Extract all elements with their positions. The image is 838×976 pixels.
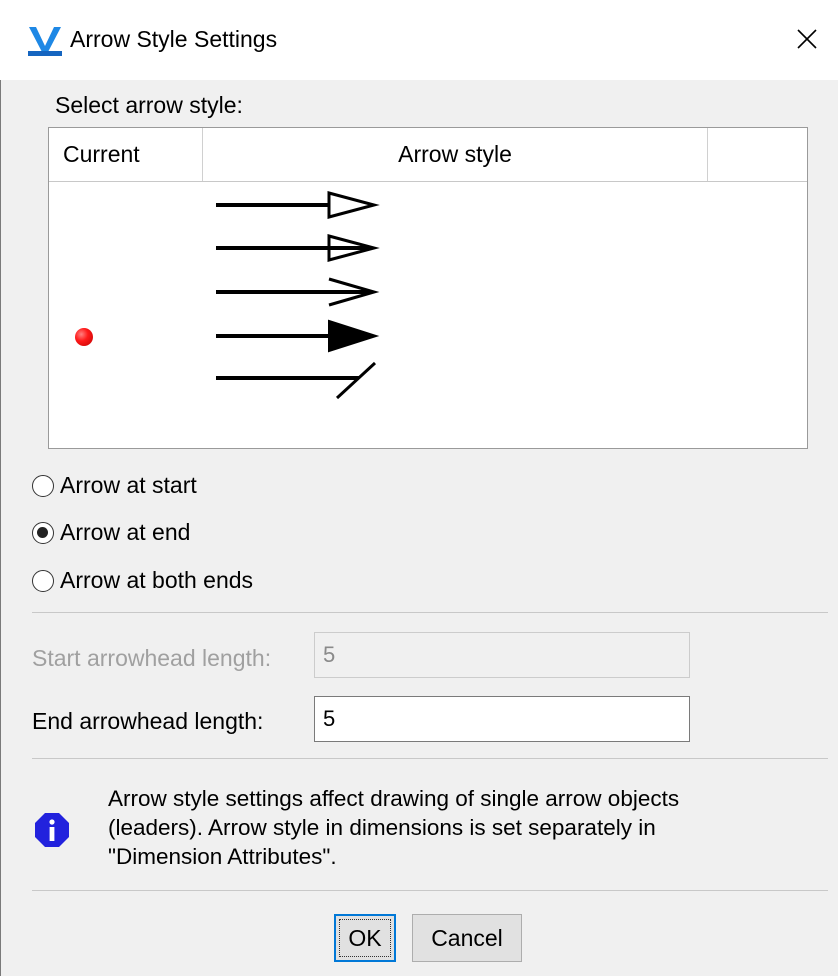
current-style-marker <box>75 328 93 346</box>
ok-button[interactable]: OK <box>334 914 396 962</box>
divider <box>32 758 828 759</box>
radio-arrow-at-start[interactable]: Arrow at start <box>32 472 197 499</box>
info-icon <box>35 813 69 847</box>
column-header-arrow-style[interactable]: Arrow style <box>203 128 708 181</box>
radio-label: Arrow at start <box>60 472 197 498</box>
info-line: Arrow style settings affect drawing of s… <box>108 786 680 811</box>
arrow-style-slash-tick[interactable] <box>209 360 389 400</box>
column-header-extra[interactable] <box>708 128 808 181</box>
end-arrowhead-length-input[interactable] <box>314 696 690 742</box>
close-button[interactable] <box>776 8 838 70</box>
close-icon <box>797 29 817 49</box>
radio-label: Arrow at end <box>60 519 191 545</box>
info-line: "Dimension Attributes". <box>108 844 337 869</box>
end-arrowhead-length-label: End arrowhead length: <box>32 708 264 734</box>
radio-arrow-at-both-ends[interactable]: Arrow at both ends <box>32 567 253 594</box>
title-bar: Arrow Style Settings <box>0 0 838 80</box>
column-header-current[interactable]: Current <box>49 128 203 181</box>
window-title: Arrow Style Settings <box>70 26 278 52</box>
arrow-style-open-chevron[interactable] <box>209 272 389 312</box>
vertex-app-icon <box>28 26 62 56</box>
radio-button[interactable] <box>32 474 54 497</box>
select-arrow-style-label: Select arrow style: <box>55 92 243 118</box>
cancel-button[interactable]: Cancel <box>412 914 522 962</box>
arrow-style-table: Current Arrow style <box>48 127 808 449</box>
table-header: Current Arrow style <box>49 128 807 182</box>
arrow-style-open-triangle-long[interactable] <box>209 228 389 268</box>
radio-button-checked[interactable] <box>32 521 54 544</box>
arrow-style-open-triangle-short[interactable] <box>209 185 389 225</box>
divider <box>32 612 828 613</box>
radio-arrow-at-end[interactable]: Arrow at end <box>32 519 190 546</box>
divider <box>32 890 828 891</box>
radio-label: Arrow at both ends <box>60 567 254 593</box>
radio-button[interactable] <box>32 569 54 592</box>
info-message: Arrow style settings affect drawing of s… <box>108 784 808 871</box>
start-arrowhead-length-input <box>314 632 690 678</box>
info-line: (leaders). Arrow style in dimensions is … <box>108 815 656 840</box>
start-arrowhead-length-label: Start arrowhead length: <box>32 645 272 671</box>
arrow-style-filled-triangle[interactable] <box>209 316 389 356</box>
